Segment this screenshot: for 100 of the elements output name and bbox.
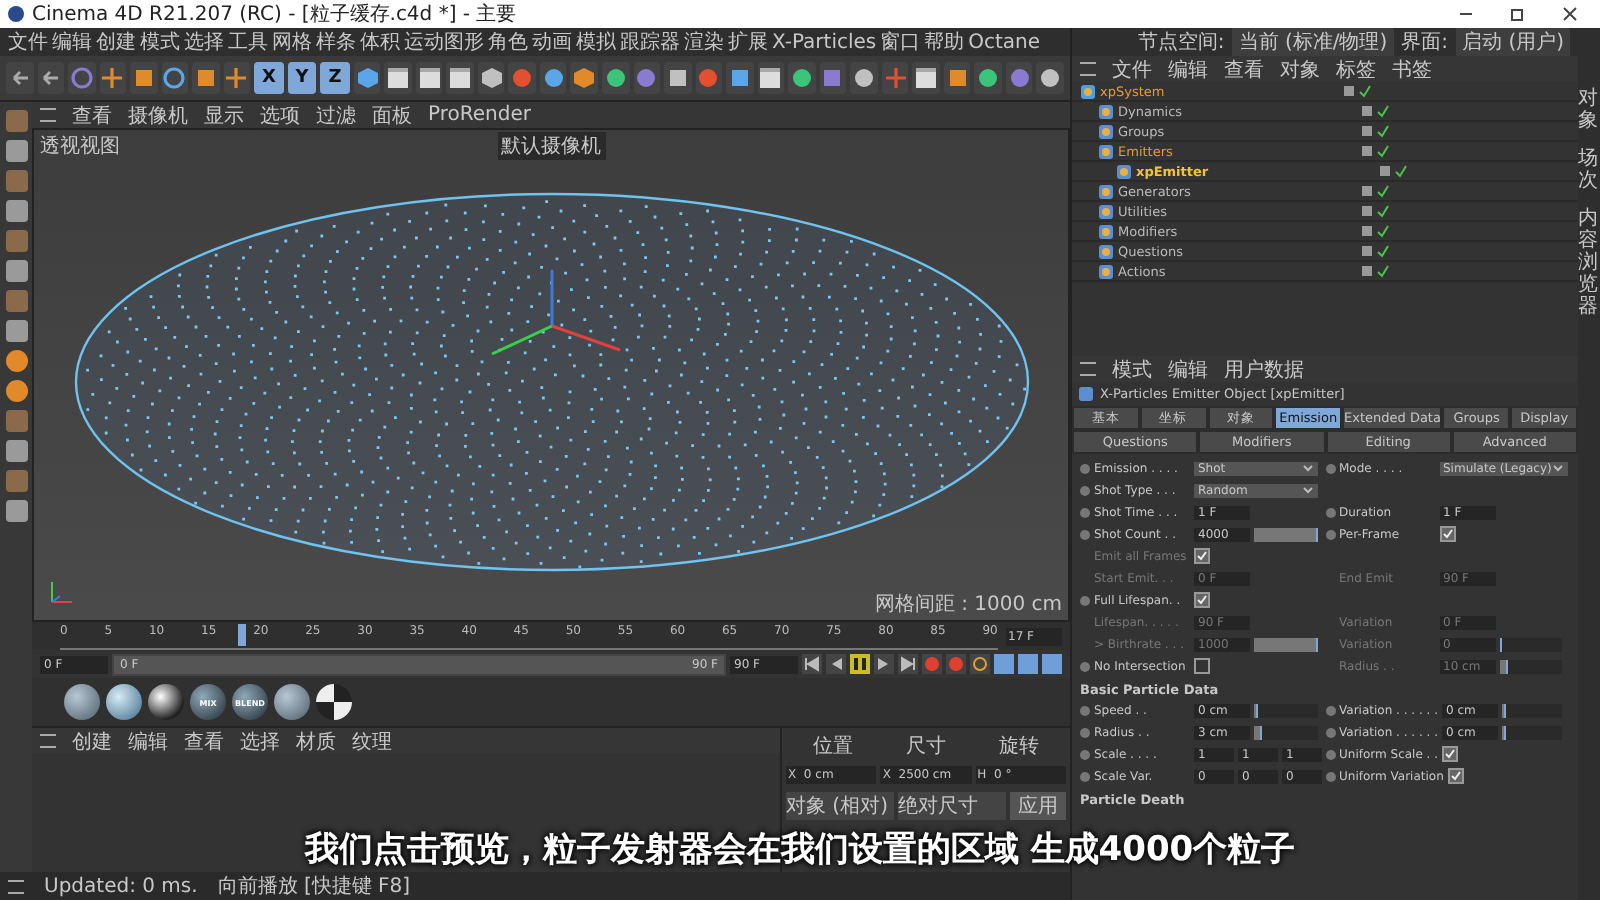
layer-box-icon[interactable] (1361, 186, 1372, 196)
object-menu-item[interactable]: 编辑 (1168, 55, 1208, 83)
camera-name[interactable]: 默认摄像机 (497, 132, 605, 160)
keyframe-dot-icon[interactable] (1325, 771, 1335, 781)
apply-button[interactable]: 应用 (1010, 792, 1066, 820)
keyframe-dot-icon[interactable] (1080, 595, 1090, 605)
menu-item[interactable]: 模式 (140, 28, 180, 56)
layer-box-icon[interactable] (1343, 86, 1354, 96)
checkbox[interactable] (1439, 526, 1455, 542)
checkbox[interactable] (1194, 592, 1210, 608)
material-menu-item[interactable]: 选择 (240, 727, 280, 755)
keyframe-dot-icon[interactable] (1325, 705, 1335, 715)
checkbox[interactable] (1442, 746, 1459, 762)
keyframe-dot-icon[interactable] (1080, 529, 1090, 539)
menu-item[interactable]: X-Particles (772, 31, 877, 53)
menu-icon[interactable] (1080, 62, 1096, 76)
menu-item[interactable]: 选择 (184, 28, 224, 56)
attribute-menu-item[interactable]: 模式 (1112, 355, 1152, 383)
viewport-menu-item[interactable]: 显示 (204, 101, 244, 129)
material-swatch[interactable] (274, 684, 310, 720)
menu-item[interactable]: 模拟 (576, 28, 616, 56)
object-menu-item[interactable]: 查看 (1224, 55, 1264, 83)
go-to-end-button[interactable] (898, 654, 918, 674)
axis-lock-button[interactable]: Z (320, 62, 350, 94)
undo-icon[interactable] (6, 62, 34, 94)
keyframe-dot-icon[interactable] (1325, 529, 1335, 539)
menu-item[interactable]: 体积 (360, 28, 400, 56)
menu-icon[interactable] (8, 879, 24, 893)
keyframe-dot-icon[interactable] (1080, 463, 1090, 473)
slider-fill[interactable] (1254, 527, 1317, 541)
menu-item[interactable]: 窗口 (880, 28, 921, 56)
viewport[interactable]: 透视视图 默认摄像机 网格间距 : 1000 cm (32, 128, 1070, 622)
coordinate-dropdown[interactable]: 对象 (相对) (786, 792, 894, 820)
side-tab[interactable]: 对象 (1578, 88, 1598, 132)
playhead[interactable] (238, 623, 247, 645)
menu-item[interactable]: 渲染 (684, 28, 724, 56)
menu-item[interactable]: 编辑 (52, 28, 92, 56)
rotate-icon[interactable] (161, 62, 189, 94)
layer-box-icon[interactable] (1379, 166, 1390, 176)
keyframe-dot-icon[interactable] (1325, 507, 1335, 517)
attribute-menu-item[interactable]: 编辑 (1168, 355, 1208, 383)
object-menu-item[interactable]: 书签 (1392, 55, 1432, 83)
side-tab[interactable]: 场次 (1578, 148, 1598, 192)
attribute-menu-item[interactable]: 用户数据 (1224, 355, 1304, 383)
axis-lock-button[interactable]: Y (287, 62, 317, 94)
layer-box-icon[interactable] (1361, 246, 1372, 256)
layer-box-icon[interactable] (1361, 226, 1372, 236)
menu-item[interactable]: 角色 (488, 28, 528, 56)
keyframe-dot-icon[interactable] (1325, 463, 1335, 473)
menu-item[interactable]: 文件 (8, 28, 48, 56)
material-swatch[interactable] (148, 684, 184, 720)
menu-item[interactable]: 创建 (96, 28, 136, 56)
layout-dropdown[interactable]: 启动 (用户) (1456, 28, 1570, 56)
menu-item[interactable]: 样条 (316, 28, 356, 56)
layer-box-icon[interactable] (1361, 126, 1372, 136)
object-menu-item[interactable]: 标签 (1336, 55, 1376, 83)
coordinate-dropdown[interactable]: 绝对尺寸 (898, 792, 1006, 820)
viewport-menu-item[interactable]: 面板 (372, 101, 412, 129)
material-menu-item[interactable]: 查看 (184, 727, 224, 755)
checkbox[interactable] (1194, 658, 1210, 674)
axis-lock-button[interactable]: X (254, 62, 284, 94)
keyframe-dot-icon[interactable] (1080, 771, 1090, 781)
keyframe-dot-icon[interactable] (1325, 727, 1335, 737)
keyframe-dot-icon[interactable] (1080, 485, 1090, 495)
layer-box-icon[interactable] (1361, 146, 1372, 156)
keyframe-dot-icon[interactable] (1080, 661, 1090, 671)
keyframe-dot-icon[interactable] (1080, 727, 1090, 737)
menu-item[interactable]: 扩展 (728, 28, 768, 56)
menu-item[interactable]: Octane (968, 31, 1041, 53)
side-tab[interactable]: 内容浏览器 (1578, 208, 1598, 318)
next-key-button[interactable] (874, 654, 894, 674)
menu-item[interactable]: 动画 (532, 28, 572, 56)
material-swatch[interactable] (64, 684, 100, 720)
viewport-menu-item[interactable]: ProRender (428, 104, 531, 126)
menu-item[interactable]: 网格 (272, 28, 312, 56)
menu-item[interactable]: 运动图形 (404, 28, 484, 56)
material-swatch[interactable] (106, 684, 142, 720)
keyframe-dot-icon[interactable] (1080, 749, 1090, 759)
menu-icon[interactable] (40, 734, 56, 748)
viewport-menu-item[interactable]: 查看 (72, 101, 112, 129)
menu-item[interactable]: 工具 (228, 28, 268, 56)
checkbox[interactable] (1447, 768, 1464, 784)
redo-icon[interactable] (37, 62, 65, 94)
menu-icon[interactable] (40, 108, 56, 122)
keyframe-icon[interactable] (970, 654, 990, 674)
node-space-dropdown[interactable]: 当前 (标准/物理) (1232, 28, 1394, 56)
keyframe-dot-icon[interactable] (1080, 507, 1090, 517)
object-menu-item[interactable]: 对象 (1280, 55, 1320, 83)
keyframe-dot-icon[interactable] (1080, 705, 1090, 715)
material-menu-item[interactable]: 编辑 (128, 727, 168, 755)
layer-box-icon[interactable] (1361, 266, 1372, 276)
viewport-menu-item[interactable]: 摄像机 (128, 101, 188, 129)
pause-button[interactable] (850, 654, 870, 674)
layer-box-icon[interactable] (1361, 106, 1372, 116)
viewport-menu-item[interactable]: 过滤 (316, 101, 356, 129)
slider-fill[interactable] (1254, 725, 1263, 739)
material-swatch[interactable] (316, 684, 352, 720)
material-menu-item[interactable]: 创建 (72, 727, 112, 755)
menu-item[interactable]: 帮助 (924, 28, 965, 56)
keyframe-dot-icon[interactable] (1325, 749, 1335, 759)
